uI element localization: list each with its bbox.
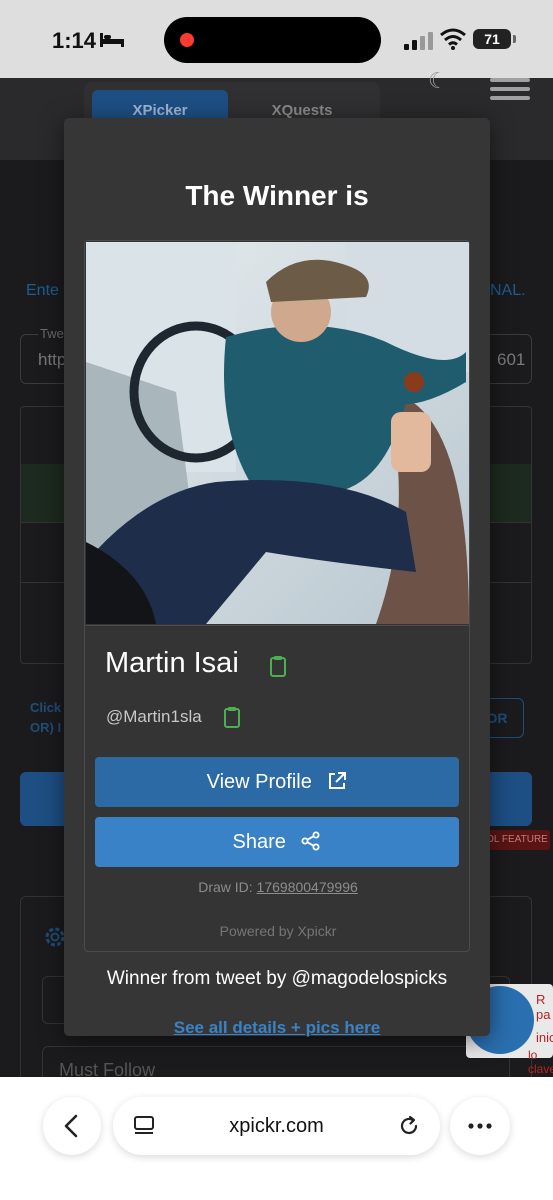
winner-card: Martin Isai @Martin1sla View Profile Sha…: [84, 240, 470, 952]
draw-id-label: Draw ID:: [198, 879, 253, 895]
reload-icon[interactable]: [397, 1114, 421, 1138]
draw-id: Draw ID: 1769800479996: [85, 879, 469, 895]
click-hint-line2: OR) I: [30, 720, 62, 735]
recording-indicator-icon: [180, 33, 194, 47]
winner-handle: @Martin1sla: [106, 707, 202, 726]
tweet-url-value-right: 601: [497, 350, 526, 369]
copy-name-clipboard-icon[interactable]: [269, 655, 287, 677]
address-bar[interactable]: xpickr.com: [113, 1097, 440, 1155]
share-label: Share: [232, 831, 286, 853]
view-profile-button[interactable]: View Profile: [95, 757, 459, 807]
winner-source-text: Winner from tweet by @magodelospicks: [106, 968, 448, 989]
feature-badge: OL FEATURE: [484, 830, 550, 850]
modal-title: The Winner is: [185, 180, 369, 211]
tweet-url-value-left: http: [38, 350, 67, 369]
url-text: xpickr.com: [229, 1115, 324, 1137]
more-options-button[interactable]: [450, 1097, 510, 1155]
winner-profile-photo: [86, 242, 469, 624]
status-bar: 1:14 71: [0, 0, 553, 78]
status-time: 1:14: [52, 28, 97, 53]
winner-modal: The Winner is Martin Isai @Martin1sla Vi…: [64, 118, 490, 1038]
cellular-signal-icon: [404, 32, 433, 50]
profile-photo-image: [86, 242, 469, 624]
ellipsis-icon: [468, 1123, 492, 1129]
back-button[interactable]: [43, 1097, 101, 1155]
click-hint-line1: Click: [30, 700, 62, 715]
view-profile-label: View Profile: [206, 771, 312, 793]
powered-by: Powered by Xpickr: [219, 923, 337, 939]
battery-indicator: 71: [473, 29, 516, 49]
sleep-bed-icon: [100, 33, 124, 47]
copy-handle-clipboard-icon[interactable]: [223, 706, 241, 728]
hamburger-menu-icon[interactable]: [490, 78, 530, 100]
dark-mode-moon-icon[interactable]: ☾: [428, 68, 448, 94]
winner-name: Martin Isai: [105, 647, 239, 679]
share-icon: [301, 831, 320, 851]
wifi-icon: [440, 28, 466, 50]
share-button[interactable]: Share: [95, 817, 459, 867]
draw-id-value[interactable]: 1769800479996: [257, 879, 358, 895]
tweet-url-label: Twe: [38, 326, 66, 341]
see-all-details-link[interactable]: See all details + pics here: [64, 1018, 490, 1038]
chevron-left-icon: [64, 1114, 78, 1138]
divider: [85, 625, 469, 626]
promo-text-line2: inic: [536, 1030, 553, 1045]
dynamic-island: [164, 17, 381, 63]
promo-text-line1: R pa: [536, 992, 551, 1022]
external-link-icon: [329, 772, 347, 789]
browser-toolbar: xpickr.com: [0, 1077, 553, 1200]
intro-text-right: NAL.: [490, 282, 526, 299]
intro-text-left: Ente: [26, 282, 59, 299]
